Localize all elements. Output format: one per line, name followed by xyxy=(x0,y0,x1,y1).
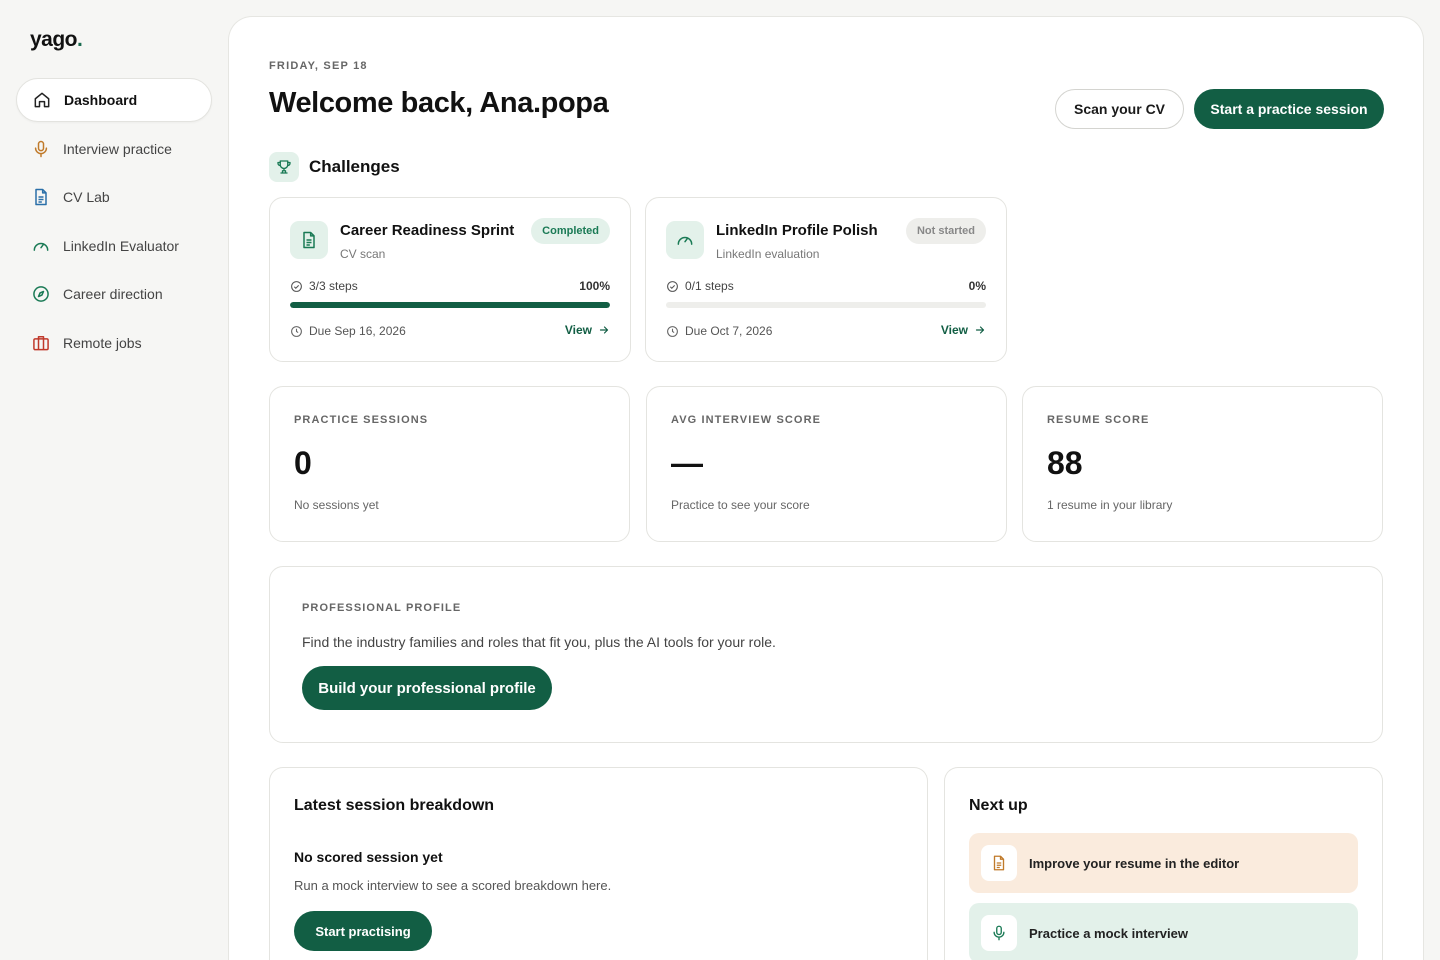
profile-description: Find the industry families and roles tha… xyxy=(302,634,776,650)
document-icon xyxy=(290,221,328,259)
clock-icon xyxy=(291,325,302,337)
next-up-title: Next up xyxy=(969,797,1028,814)
challenge-due: Due Sep 16, 2026 xyxy=(290,324,406,338)
view-challenge-link[interactable]: View xyxy=(941,323,986,337)
clock-icon xyxy=(667,325,678,337)
start-practising-button[interactable]: Start practising xyxy=(294,911,432,951)
progress-fill xyxy=(290,302,610,308)
challenges-title: Challenges xyxy=(309,157,400,176)
sidebar-item-interview-practice[interactable]: Interview practice xyxy=(16,127,212,171)
scan-cv-button[interactable]: Scan your CV xyxy=(1055,89,1184,129)
stat-value: 88 xyxy=(1047,445,1083,481)
current-date: FRIDAY, SEP 18 xyxy=(269,60,368,72)
challenges-header: Challenges xyxy=(269,152,400,182)
sidebar-item-label: Interview practice xyxy=(63,140,172,157)
stat-card-practice-sessions: PRACTICE SESSIONS 0 No sessions yet xyxy=(269,386,630,542)
document-icon xyxy=(981,845,1017,881)
progress-percent: 100% xyxy=(579,279,610,293)
professional-profile-card: PROFESSIONAL PROFILE Find the industry f… xyxy=(269,566,1383,743)
next-up-item-mock-interview[interactable]: Practice a mock interview xyxy=(969,903,1358,960)
build-profile-button[interactable]: Build your professional profile xyxy=(302,666,552,710)
sidebar-item-label: LinkedIn Evaluator xyxy=(63,237,179,254)
compass-icon xyxy=(30,283,52,305)
due-text: Due Sep 16, 2026 xyxy=(309,324,406,338)
stat-note: No sessions yet xyxy=(294,498,379,512)
sidebar-item-remote-jobs[interactable]: Remote jobs xyxy=(16,321,212,365)
challenge-steps: 0/1 steps xyxy=(666,279,734,293)
gauge-icon xyxy=(30,235,52,257)
sidebar-item-label: Remote jobs xyxy=(63,334,142,351)
page-title: Welcome back, Ana.popa xyxy=(269,87,609,119)
breakdown-title: Latest session breakdown xyxy=(294,797,495,814)
stat-note: Practice to see your score xyxy=(671,498,810,512)
view-label: View xyxy=(564,323,592,337)
challenge-subtitle: LinkedIn evaluation xyxy=(716,247,820,261)
view-challenge-link[interactable]: View xyxy=(565,323,610,337)
home-icon xyxy=(31,89,53,111)
stat-note: 1 resume in your library xyxy=(1047,498,1173,512)
sidebar-item-label: Dashboard xyxy=(64,92,138,108)
check-circle-icon xyxy=(291,280,302,292)
view-label: View xyxy=(940,323,968,337)
sidebar: yago. Dashboard Interview practice CV La… xyxy=(0,0,228,960)
progress-bar xyxy=(290,302,610,308)
stat-label: AVG INTERVIEW SCORE xyxy=(671,414,822,426)
challenge-title: LinkedIn Profile Polish xyxy=(716,222,878,239)
profile-label: PROFESSIONAL PROFILE xyxy=(302,602,462,614)
stat-label: RESUME SCORE xyxy=(1047,414,1150,426)
challenge-card[interactable]: Career Readiness Sprint CV scan Complete… xyxy=(269,197,631,362)
microphone-icon xyxy=(981,915,1017,951)
sidebar-item-dashboard[interactable]: Dashboard xyxy=(16,78,212,122)
sidebar-item-label: CV Lab xyxy=(63,189,110,205)
next-up-label: Improve your resume in the editor xyxy=(1029,855,1240,871)
microphone-icon xyxy=(30,138,52,160)
trophy-icon xyxy=(269,152,299,182)
check-circle-icon xyxy=(667,280,678,292)
challenge-card[interactable]: LinkedIn Profile Polish LinkedIn evaluat… xyxy=(645,197,1007,362)
challenge-steps: 3/3 steps xyxy=(290,279,358,293)
sidebar-nav: Dashboard Interview practice CV Lab Link… xyxy=(16,78,212,369)
sidebar-item-label: Career direction xyxy=(63,286,163,302)
steps-text: 0/1 steps xyxy=(685,279,734,293)
gauge-icon xyxy=(666,221,704,259)
next-up-card: Next up Improve your resume in the edito… xyxy=(944,767,1383,960)
status-badge: Completed xyxy=(531,218,610,244)
main-panel: FRIDAY, SEP 18 Welcome back, Ana.popa Sc… xyxy=(228,16,1424,960)
challenge-title: Career Readiness Sprint xyxy=(340,222,515,239)
session-breakdown-card: Latest session breakdown No scored sessi… xyxy=(269,767,928,960)
steps-text: 3/3 steps xyxy=(309,279,358,293)
progress-bar xyxy=(666,302,986,308)
start-practice-session-button[interactable]: Start a practice session xyxy=(1194,89,1384,129)
arrow-right-icon xyxy=(975,326,985,334)
stat-card-avg-interview-score: AVG INTERVIEW SCORE — Practice to see yo… xyxy=(646,386,1007,542)
challenge-due: Due Oct 7, 2026 xyxy=(666,324,772,338)
breakdown-heading: No scored session yet xyxy=(294,849,443,865)
sidebar-item-linkedin-evaluator[interactable]: LinkedIn Evaluator xyxy=(16,224,212,268)
next-up-item-improve-resume[interactable]: Improve your resume in the editor xyxy=(969,833,1358,893)
briefcase-icon xyxy=(30,332,52,354)
document-icon xyxy=(30,186,52,208)
stat-value: 0 xyxy=(294,445,312,481)
sidebar-item-career-direction[interactable]: Career direction xyxy=(16,272,212,316)
arrow-right-icon xyxy=(599,326,609,334)
brand-logo[interactable]: yago. xyxy=(30,28,83,52)
challenge-subtitle: CV scan xyxy=(340,247,386,261)
sidebar-item-cv-lab[interactable]: CV Lab xyxy=(16,175,212,219)
status-badge: Not started xyxy=(905,218,986,244)
stat-label: PRACTICE SESSIONS xyxy=(294,414,429,426)
due-text: Due Oct 7, 2026 xyxy=(685,324,773,338)
breakdown-text: Run a mock interview to see a scored bre… xyxy=(294,878,612,893)
stat-card-resume-score: RESUME SCORE 88 1 resume in your library xyxy=(1022,386,1383,542)
stat-value: — xyxy=(671,445,703,481)
progress-percent: 0% xyxy=(968,279,986,293)
next-up-label: Practice a mock interview xyxy=(1029,925,1188,941)
